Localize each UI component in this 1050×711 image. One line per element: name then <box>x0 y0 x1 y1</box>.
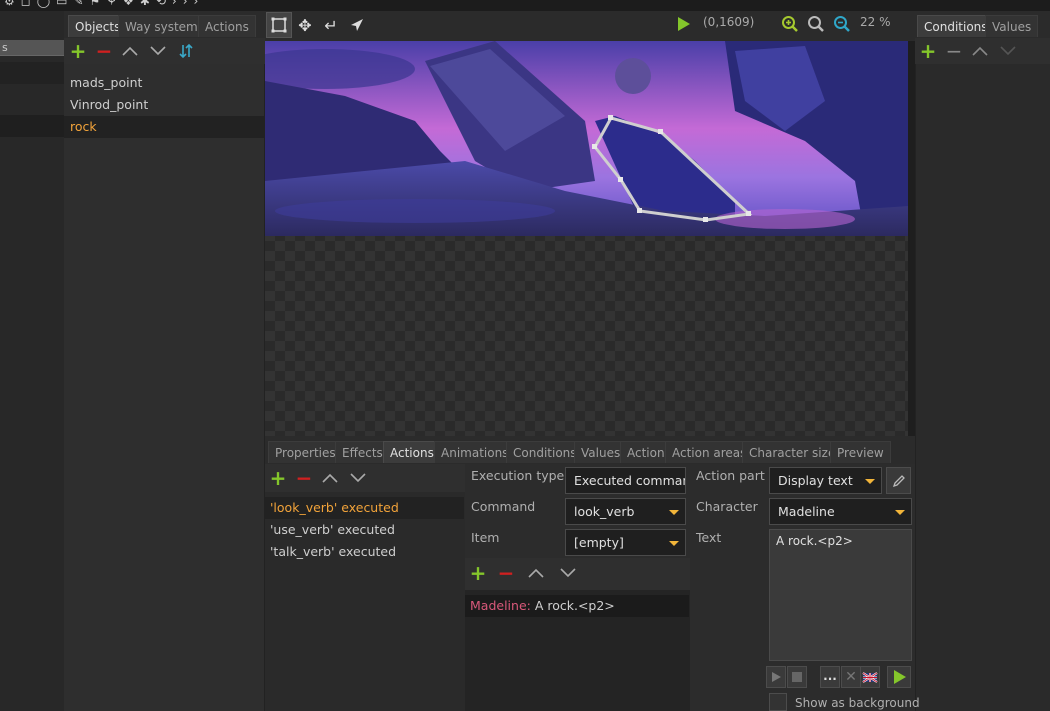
remove-icon[interactable]: − <box>944 39 964 63</box>
edit-icon[interactable] <box>886 467 911 494</box>
command-label: Command <box>471 499 536 514</box>
select-tool-icon[interactable] <box>266 12 292 38</box>
execution-type-value: Executed command <box>574 473 686 488</box>
zoom-out-icon[interactable] <box>832 13 852 35</box>
command-value: look_verb <box>574 504 635 519</box>
tab-effects[interactable]: Effects <box>335 441 390 463</box>
scene-background-image <box>265 41 908 236</box>
chevron-down-icon[interactable] <box>558 562 578 584</box>
tab-conditions[interactable]: Conditions <box>506 441 584 463</box>
list-item-selected[interactable]: Madeline: A rock.<p2> <box>465 595 689 617</box>
list-item[interactable]: 'use_verb' executed <box>265 519 464 541</box>
zoom-reset-icon[interactable] <box>806 13 826 35</box>
remove-icon[interactable]: − <box>294 466 314 490</box>
add-icon[interactable]: + <box>68 39 88 63</box>
item-select[interactable]: [empty] <box>565 529 686 556</box>
chevron-up-icon[interactable] <box>970 40 990 62</box>
clear-button[interactable]: ✕ <box>841 666 861 688</box>
chevron-down-icon[interactable] <box>348 467 368 489</box>
list-item[interactable]: 'talk_verb' executed <box>265 541 464 563</box>
list-item[interactable]: Vinrod_point <box>64 94 264 116</box>
add-icon[interactable]: + <box>468 561 488 585</box>
text-area[interactable]: A rock.<p2> <box>769 529 912 661</box>
command-select[interactable]: look_verb <box>565 498 686 525</box>
zoom-in-icon[interactable] <box>780 13 800 35</box>
speaker-name: Madeline <box>470 598 527 613</box>
more-button[interactable]: ... <box>820 666 840 688</box>
conditions-list <box>915 64 1050 711</box>
left-panel-header: s <box>0 40 64 56</box>
chevron-up-icon[interactable] <box>120 40 140 62</box>
preview-stop-button[interactable] <box>787 666 807 688</box>
dropdown-arrow-icon <box>669 510 679 515</box>
chevron-up-icon[interactable] <box>320 467 340 489</box>
add-icon[interactable]: + <box>268 466 288 490</box>
chevron-down-icon[interactable] <box>148 40 168 62</box>
remove-icon[interactable]: − <box>94 39 114 63</box>
remove-icon[interactable]: − <box>496 561 516 585</box>
execution-type-select[interactable]: Executed command <box>565 467 686 494</box>
tab-character-size[interactable]: Character size <box>742 441 843 463</box>
list-item[interactable]: mads_point <box>64 72 264 94</box>
text-label: Text <box>696 530 722 545</box>
tab-action-areas[interactable]: Action areas <box>665 441 754 463</box>
coordinates-readout: (0,1609) <box>703 15 755 29</box>
action-part-select[interactable]: Display text <box>769 467 882 494</box>
top-strip-icons: ⚙◻◯▭✎⚑⚘❖✱⟲››› <box>4 0 205 8</box>
objects-list <box>64 64 265 711</box>
add-icon[interactable]: + <box>918 39 938 63</box>
tab-action[interactable]: Action <box>620 441 672 463</box>
chevron-down-icon[interactable] <box>998 40 1018 62</box>
action-part-value: Display text <box>778 473 853 488</box>
show-as-background-checkbox[interactable] <box>769 693 787 711</box>
tab-actions-top[interactable]: Actions <box>198 15 256 37</box>
list-item-selected[interactable]: 'look_verb' executed <box>265 497 464 519</box>
tab-preview[interactable]: Preview <box>830 441 891 463</box>
tab-properties[interactable]: Properties <box>268 441 343 463</box>
action-part-label: Action part <box>696 468 765 483</box>
sort-icon[interactable] <box>176 40 196 62</box>
dropdown-arrow-icon <box>669 541 679 546</box>
move-tool-icon[interactable]: ✥ <box>294 12 316 38</box>
play-text-button[interactable] <box>887 666 911 688</box>
preview-play-button[interactable] <box>766 666 786 688</box>
list-item-selected[interactable]: rock <box>64 116 264 138</box>
chevron-up-icon[interactable] <box>526 562 546 584</box>
language-flag-icon[interactable] <box>860 666 880 688</box>
item-label: Item <box>471 530 500 545</box>
execution-type-label: Execution type <box>471 468 565 483</box>
return-tool-icon[interactable]: ↵ <box>320 12 342 38</box>
tab-values-right[interactable]: Values <box>985 15 1039 37</box>
character-value: Madeline <box>778 504 835 519</box>
character-label: Character <box>696 499 758 514</box>
show-as-background-label: Show as background <box>795 696 920 710</box>
dropdown-arrow-icon <box>895 510 905 515</box>
tab-conditions-right[interactable]: Conditions <box>917 15 995 37</box>
pointer-tool-icon[interactable] <box>346 12 368 38</box>
speech-text: A rock.<p2> <box>534 598 615 613</box>
character-select[interactable]: Madeline <box>769 498 912 525</box>
speaker-separator: : <box>526 598 535 613</box>
left-panel-row[interactable] <box>0 62 64 84</box>
item-value: [empty] <box>574 535 624 550</box>
zoom-level: 22 % <box>860 15 891 29</box>
play-icon[interactable] <box>674 13 694 35</box>
tab-actions[interactable]: Actions <box>383 441 441 463</box>
left-panel-row-selected[interactable] <box>0 115 64 137</box>
tab-animations[interactable]: Animations <box>434 441 516 463</box>
dropdown-arrow-icon <box>865 479 875 484</box>
scene-scrollbar[interactable] <box>908 41 915 436</box>
